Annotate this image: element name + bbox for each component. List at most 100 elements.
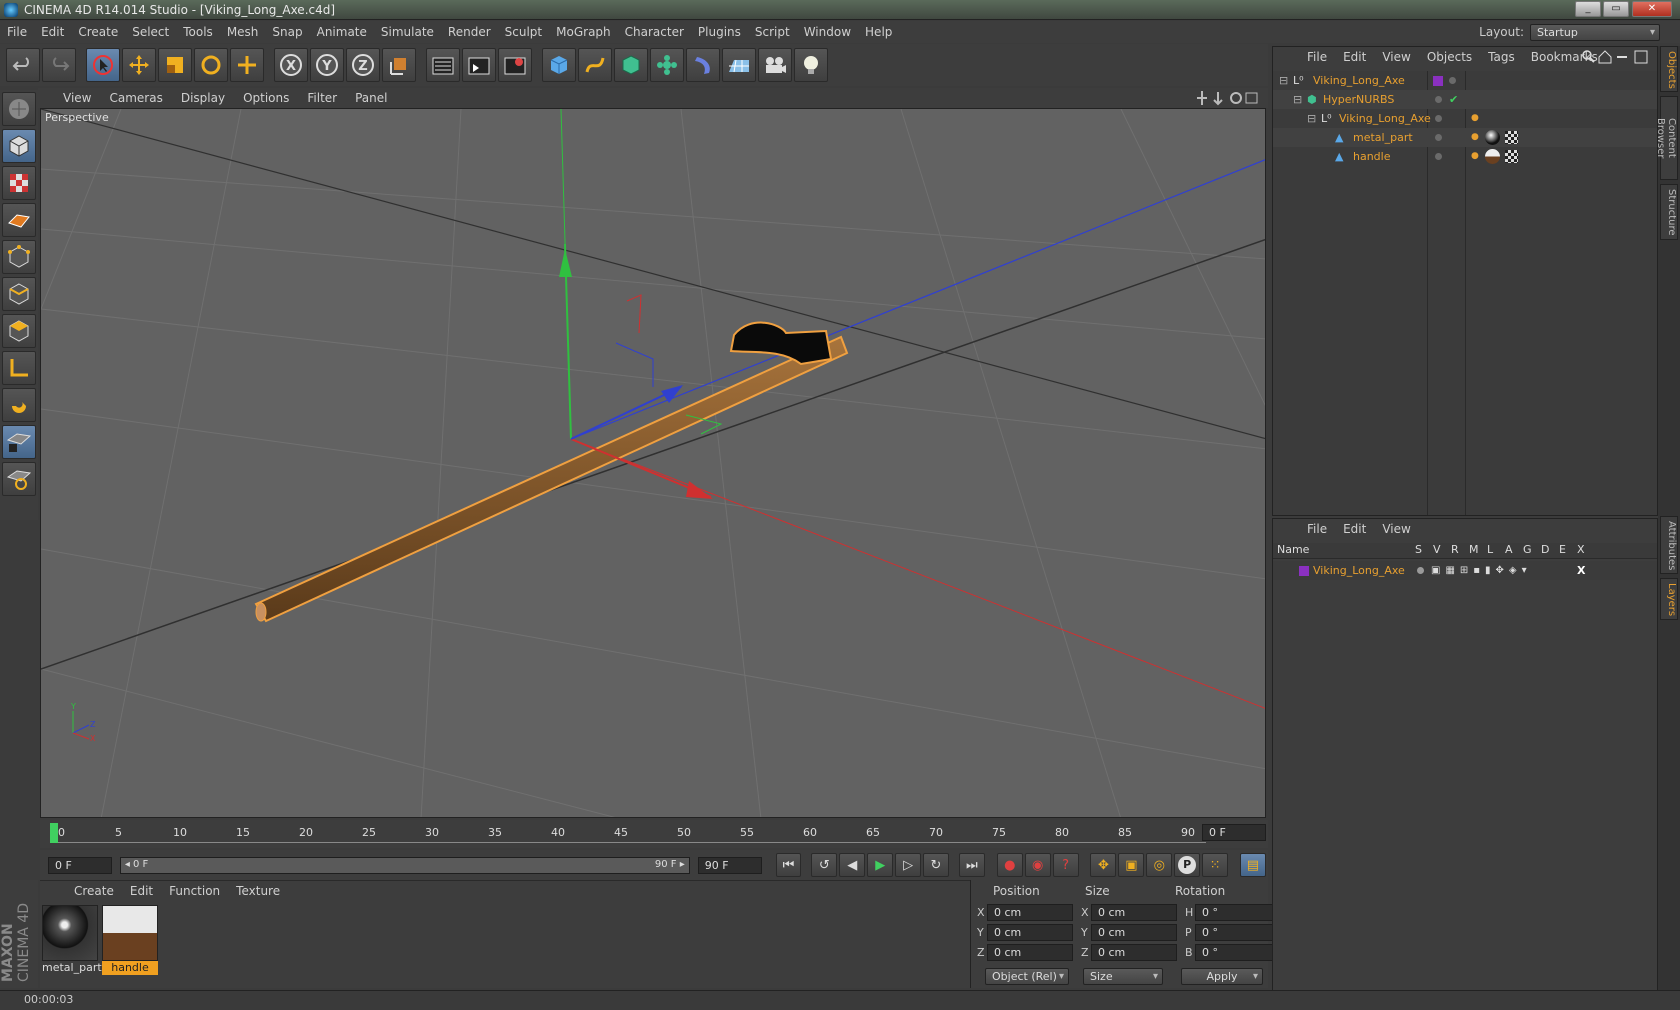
autokey-icon[interactable]: ◉ (1024, 853, 1051, 877)
menu-render[interactable]: Render (441, 25, 498, 39)
coordinate-system-icon[interactable] (382, 48, 416, 82)
deformer-icon[interactable] (686, 48, 720, 82)
menu-plugins[interactable]: Plugins (691, 25, 748, 39)
layer-menu-file[interactable]: File (1299, 522, 1335, 536)
keyframe-scale-icon[interactable]: ▣ (1118, 853, 1145, 877)
object-tree[interactable]: ⊟ L⁰ Viking_Long_Axe ⊟ ⬢ HyperNURBS ✔ ⊟ … (1273, 71, 1657, 515)
material-menu-function[interactable]: Function (161, 884, 228, 898)
snap-magnet-icon[interactable] (2, 388, 36, 422)
tab-content-browser[interactable]: Content Browser (1655, 96, 1678, 180)
object-row[interactable]: ⊟ L⁰ Viking_Long_Axe (1273, 71, 1657, 90)
menu-snap[interactable]: Snap (265, 25, 309, 39)
current-frame-field[interactable]: 0 F (1202, 824, 1266, 841)
material-tag-icon[interactable] (1485, 130, 1500, 145)
viewport-menu-panel[interactable]: Panel (346, 91, 396, 105)
visibility-dot[interactable] (1435, 134, 1442, 141)
subdivision-icon[interactable] (614, 48, 648, 82)
layer-col-s[interactable]: S (1415, 543, 1422, 556)
render-picture-viewer-icon[interactable] (462, 48, 496, 82)
layer-menu-view[interactable]: View (1374, 522, 1418, 536)
collapse-icon[interactable]: ⊟ (1293, 90, 1302, 109)
rotation-b-field[interactable]: 0 ° (1195, 944, 1281, 961)
scale-icon[interactable] (158, 48, 192, 82)
layer-col-a[interactable]: A (1505, 543, 1513, 556)
tab-objects[interactable]: Objects (1660, 46, 1678, 92)
texture-mode-icon[interactable] (2, 166, 36, 200)
menu-mograph[interactable]: MoGraph (549, 25, 618, 39)
viewport-menu-filter[interactable]: Filter (298, 91, 346, 105)
render-settings-icon[interactable] (498, 48, 532, 82)
layer-col-g[interactable]: G (1523, 543, 1532, 556)
rotate-icon[interactable] (194, 48, 228, 82)
menu-help[interactable]: Help (858, 25, 899, 39)
timeline-icon[interactable]: ▤ (1239, 853, 1266, 877)
menu-mesh[interactable]: Mesh (220, 25, 266, 39)
coordinate-mode-dropdown[interactable]: Object (Rel) (985, 968, 1069, 985)
collapse-icon[interactable]: ⊟ (1307, 109, 1316, 128)
range-slider[interactable]: ◂ 0 F 90 F ▸ (119, 856, 690, 874)
position-z-field[interactable]: 0 cm (987, 944, 1073, 961)
object-row[interactable]: ▲ metal_part ● (1273, 128, 1657, 147)
points-mode-icon[interactable] (2, 240, 36, 274)
layer-col-l[interactable]: L (1487, 543, 1493, 556)
size-mode-dropdown[interactable]: Size (1083, 968, 1163, 985)
camera-icon[interactable] (758, 48, 792, 82)
material-menu-edit[interactable]: Edit (122, 884, 161, 898)
go-to-start-icon[interactable]: ⏮ (775, 853, 802, 877)
material-swatch-handle[interactable]: handle (102, 905, 158, 975)
layer-menu-edit[interactable]: Edit (1335, 522, 1374, 536)
minimize-button[interactable]: _ (1575, 1, 1601, 17)
layer-col-e[interactable]: E (1559, 543, 1566, 556)
go-to-end-icon[interactable]: ⏭ (958, 853, 985, 877)
model-mode-icon[interactable] (2, 129, 36, 163)
redo-icon[interactable] (42, 48, 76, 82)
floor-icon[interactable] (722, 48, 756, 82)
object-menu-tags[interactable]: Tags (1480, 50, 1523, 64)
keyframe-position-icon[interactable]: ✥ (1090, 853, 1117, 877)
add-icon[interactable] (230, 48, 264, 82)
layer-col-x[interactable]: X (1577, 543, 1585, 556)
workplane-icon[interactable] (2, 203, 36, 237)
mograph-cloner-icon[interactable] (650, 48, 684, 82)
layer-solo-toggle[interactable] (1417, 567, 1424, 574)
prev-key-icon[interactable]: ↺ (811, 853, 838, 877)
edges-mode-icon[interactable] (2, 277, 36, 311)
viewport-menu-display[interactable]: Display (172, 91, 234, 105)
menu-character[interactable]: Character (618, 25, 691, 39)
menu-create[interactable]: Create (71, 25, 125, 39)
viewport-nav-icons[interactable] (1196, 90, 1260, 106)
undo-icon[interactable] (6, 48, 40, 82)
move-icon[interactable] (122, 48, 156, 82)
object-row[interactable]: ⊟ ⬢ HyperNURBS ✔ (1273, 90, 1657, 109)
texture-tag-icon[interactable] (1505, 131, 1518, 144)
size-x-field[interactable]: 0 cm (1091, 904, 1177, 921)
live-selection-icon[interactable] (86, 48, 120, 82)
menu-window[interactable]: Window (797, 25, 858, 39)
object-panel-icons[interactable] (1581, 49, 1653, 65)
keyframe-parameter-icon[interactable]: P (1174, 853, 1201, 877)
make-editable-icon[interactable] (2, 92, 36, 126)
material-swatch-metal[interactable]: metal_part (42, 905, 102, 975)
visibility-dot[interactable] (1435, 96, 1442, 103)
collapse-icon[interactable]: ⊟ (1279, 71, 1288, 90)
planar-workplane-icon[interactable] (2, 462, 36, 496)
locked-workplane-icon[interactable] (2, 425, 36, 459)
enabled-check-icon[interactable]: ✔ (1449, 90, 1458, 109)
start-frame-field[interactable]: 0 F (48, 856, 112, 874)
viewport-menu-options[interactable]: Options (234, 91, 298, 105)
layer-xref-icon[interactable]: X (1577, 561, 1585, 580)
y-axis-icon[interactable]: Y (310, 48, 344, 82)
next-key-icon[interactable]: ↻ (923, 853, 949, 877)
material-menu-create[interactable]: Create (66, 884, 122, 898)
close-button[interactable]: ✕ (1632, 1, 1672, 17)
menu-sculpt[interactable]: Sculpt (498, 25, 549, 39)
object-row[interactable]: ⊟ L⁰ Viking_Long_Axe ● (1273, 109, 1657, 128)
layout-dropdown[interactable]: Startup (1530, 23, 1660, 41)
axe-head-metal-part[interactable] (729, 321, 833, 366)
tab-attributes[interactable]: Attributes (1660, 516, 1678, 574)
size-z-field[interactable]: 0 cm (1091, 944, 1177, 961)
x-axis-icon[interactable]: X (274, 48, 308, 82)
material-menu-texture[interactable]: Texture (228, 884, 288, 898)
viewport-menu-view[interactable]: View (54, 91, 100, 105)
3d-viewport[interactable]: Perspective Y Z X (40, 108, 1266, 818)
